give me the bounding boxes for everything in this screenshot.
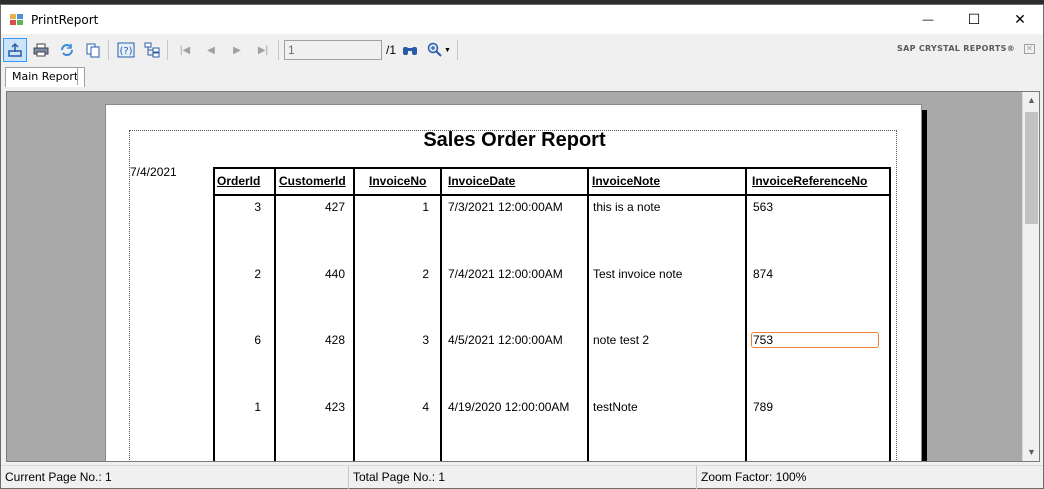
cell-invoicedate: 7/4/2021 12:00:00AM — [448, 267, 563, 281]
chevron-down-icon: ▼ — [444, 46, 451, 54]
scroll-up-icon[interactable]: ▲ — [1023, 92, 1039, 109]
cell-customerid: 423 — [324, 400, 345, 414]
brand-label: SAP CRYSTAL REPORTS® — [897, 44, 1015, 53]
column-header-invoicereferenceno: InvoiceReferenceNo — [752, 174, 868, 188]
report-tabs: Main Report — [1, 65, 1043, 89]
toolbar-separator — [108, 40, 109, 60]
column-header-invoicedate: InvoiceDate — [448, 174, 516, 188]
column-header-invoiceno: InvoiceNo — [369, 174, 427, 188]
export-icon — [8, 42, 22, 57]
find-icon — [403, 47, 418, 55]
zoom-button[interactable]: ▼ — [424, 38, 454, 62]
status-zoom-factor: Zoom Factor: 100% — [701, 470, 807, 484]
group-tree-button[interactable] — [140, 38, 164, 62]
close-view-icon[interactable]: ✕ — [1024, 44, 1035, 54]
print-button[interactable] — [29, 38, 53, 62]
column-divider — [587, 169, 589, 461]
prev-page-icon: ◀ — [207, 44, 215, 56]
toolbar-separator — [167, 40, 168, 60]
cell-invoiceno: 1 — [422, 200, 429, 214]
report-page: Sales Order Report 7/4/2021 OrderId Cust… — [105, 104, 922, 461]
column-divider — [353, 169, 355, 461]
help-button[interactable]: (?) — [114, 38, 138, 62]
page-total-label: /1 — [386, 43, 397, 57]
group-tree-icon — [144, 42, 160, 58]
first-page-icon: |◀ — [179, 44, 191, 56]
copy-button[interactable] — [81, 38, 105, 62]
scroll-thumb[interactable] — [1025, 112, 1038, 224]
vertical-scrollbar[interactable]: ▲ ▼ — [1022, 92, 1039, 461]
cell-orderid: 6 — [254, 333, 261, 347]
cell-invoicenote: this is a note — [593, 200, 661, 214]
print-report-window: PrintReport — ☐ ✕ (?) |◀ ◀ ▶ ▶| 1 /1 ▼ S… — [0, 4, 1044, 489]
cell-invoicereferenceno[interactable]: 753 — [753, 333, 773, 347]
minimize-button[interactable]: — — [905, 5, 951, 34]
window-title: PrintReport — [31, 12, 99, 27]
toolbar-separator — [457, 40, 459, 60]
cell-customerid: 427 — [324, 200, 345, 214]
report-date: 7/4/2021 — [130, 165, 177, 179]
find-button[interactable] — [398, 38, 422, 62]
column-divider — [440, 169, 442, 461]
title-bar: PrintReport — ☐ ✕ — [1, 5, 1043, 34]
copy-icon — [86, 43, 100, 58]
maximize-icon: ☐ — [967, 11, 981, 27]
cell-invoiceno: 3 — [422, 333, 429, 347]
close-button[interactable]: ✕ — [997, 5, 1043, 34]
refresh-icon — [61, 44, 73, 56]
column-header-customerid: CustomerId — [279, 174, 346, 188]
tab-divider — [77, 68, 78, 85]
status-total-page: Total Page No.: 1 — [349, 466, 697, 489]
cell-invoicenote: Test invoice note — [593, 267, 683, 281]
report-table: OrderId CustomerId InvoiceNo InvoiceDate… — [213, 167, 891, 461]
last-page-button[interactable]: ▶| — [251, 38, 275, 62]
refresh-button[interactable] — [55, 38, 79, 62]
cell-customerid: 428 — [324, 333, 345, 347]
toolbar-separator — [278, 40, 279, 60]
prev-page-button[interactable]: ◀ — [199, 38, 223, 62]
zoom-icon — [427, 42, 442, 57]
cell-invoicereferenceno: 874 — [753, 267, 774, 281]
tab-main-report[interactable]: Main Report — [5, 67, 86, 87]
page-number-input[interactable]: 1 — [284, 40, 382, 60]
column-header-invoicenote: InvoiceNote — [592, 174, 661, 188]
cell-invoicedate: 4/5/2021 12:00:00AM — [448, 333, 563, 347]
maximize-button[interactable]: ☐ — [951, 5, 997, 34]
cell-invoicenote: testNote — [593, 400, 638, 414]
cell-orderid: 2 — [254, 267, 261, 281]
svg-text:(?): (?) — [119, 46, 132, 57]
scroll-down-icon[interactable]: ▼ — [1023, 444, 1039, 461]
cell-invoicenote: note test 2 — [593, 333, 650, 347]
close-icon: ✕ — [1014, 11, 1026, 27]
cell-customerid: 440 — [324, 267, 345, 281]
report-title: Sales Order Report — [423, 129, 606, 151]
next-page-icon: ▶ — [233, 44, 241, 56]
report-toolbar: (?) |◀ ◀ ▶ ▶| 1 /1 ▼ SAP CRYSTAL REPORTS… — [1, 35, 1043, 65]
minimize-icon: — — [922, 13, 934, 26]
cell-orderid: 3 — [254, 200, 261, 214]
help-icon: (?) — [117, 42, 135, 58]
cell-invoicereferenceno: 563 — [753, 200, 774, 214]
cell-orderid: 1 — [254, 400, 261, 414]
column-divider — [274, 169, 276, 461]
status-bar: Current Page No.: 1 Total Page No.: 1 Zo… — [1, 465, 1043, 489]
cell-invoiceno: 2 — [422, 267, 429, 281]
app-icon — [9, 12, 25, 28]
column-divider — [745, 169, 747, 461]
first-page-button[interactable]: |◀ — [173, 38, 197, 62]
status-current-page: Current Page No.: 1 — [1, 466, 349, 489]
cell-invoicereferenceno: 789 — [753, 400, 774, 414]
header-divider — [215, 194, 889, 196]
print-icon — [33, 43, 49, 57]
column-header-orderid: OrderId — [217, 174, 261, 188]
cell-invoicedate: 4/19/2020 12:00:00AM — [448, 400, 570, 414]
report-viewer[interactable]: Sales Order Report 7/4/2021 OrderId Cust… — [6, 91, 1040, 462]
export-button[interactable] — [3, 38, 27, 62]
next-page-button[interactable]: ▶ — [225, 38, 249, 62]
cell-invoicedate: 7/3/2021 12:00:00AM — [448, 200, 563, 214]
last-page-icon: ▶| — [257, 44, 269, 56]
cell-invoiceno: 4 — [422, 400, 429, 414]
